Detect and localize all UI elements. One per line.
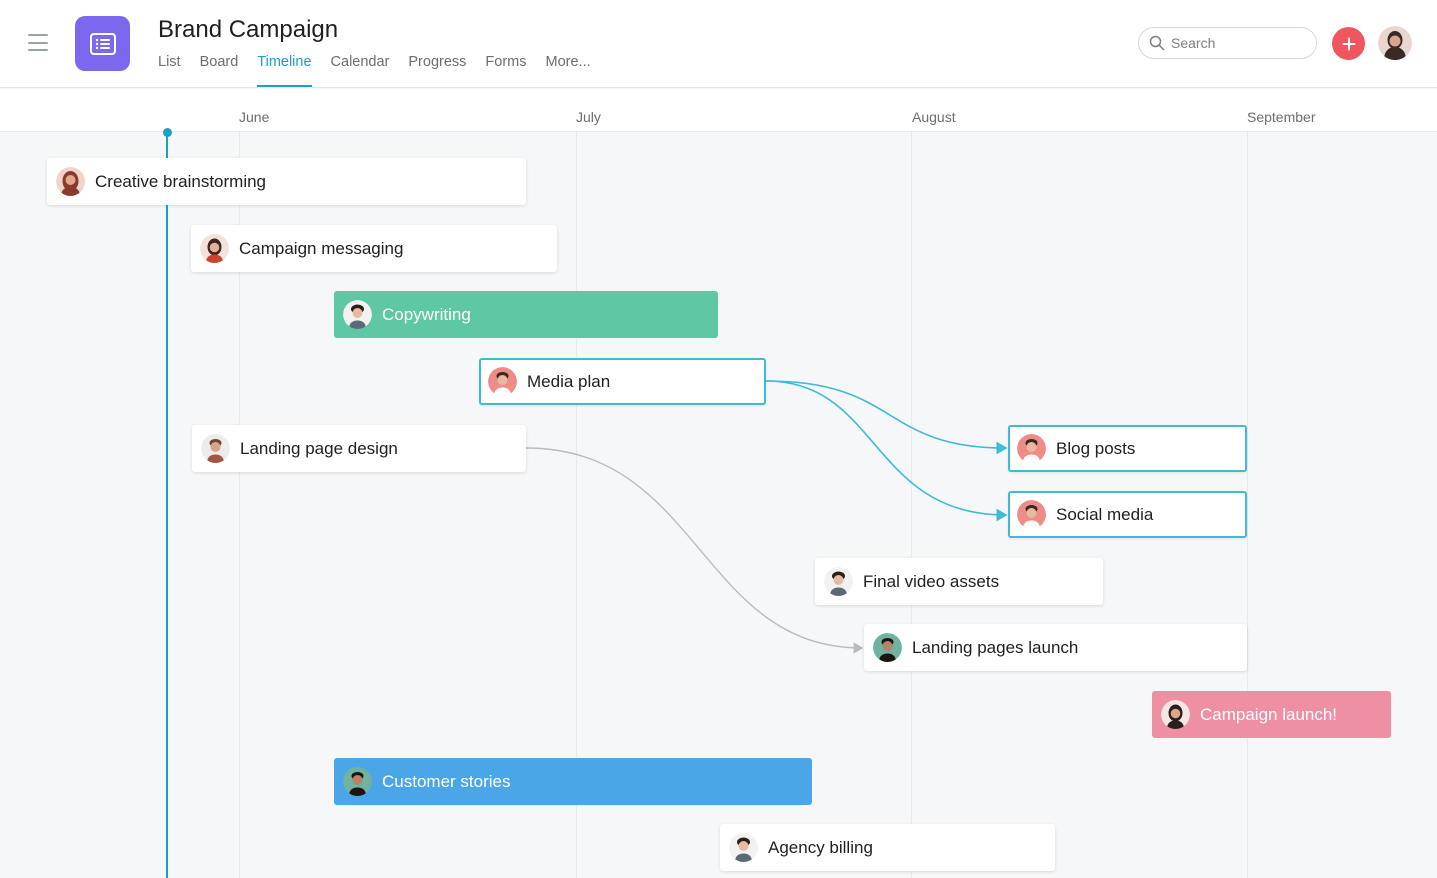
search-box[interactable] bbox=[1138, 27, 1317, 59]
tab-list[interactable]: List bbox=[158, 54, 181, 88]
project-list-icon[interactable] bbox=[75, 16, 130, 71]
task-label: Social media bbox=[1056, 504, 1154, 524]
add-button[interactable] bbox=[1332, 27, 1365, 60]
tab-progress[interactable]: Progress bbox=[408, 54, 466, 88]
search-input[interactable] bbox=[1171, 35, 1301, 51]
task-bar[interactable]: Copywriting bbox=[334, 291, 718, 338]
project-header: Brand Campaign List Board Timeline Calen… bbox=[0, 0, 1437, 88]
task-label: Blog posts bbox=[1056, 438, 1136, 458]
month-header: June July August September bbox=[0, 89, 1437, 132]
task-bar[interactable]: Agency billing bbox=[720, 824, 1055, 871]
task-bar[interactable]: Social media bbox=[1008, 491, 1247, 538]
avatar bbox=[56, 167, 85, 196]
task-label: Campaign messaging bbox=[239, 238, 404, 258]
avatar bbox=[824, 567, 853, 596]
avatar bbox=[873, 633, 902, 662]
task-label: Agency billing bbox=[768, 837, 873, 857]
avatar bbox=[729, 833, 758, 862]
task-bar[interactable]: Final video assets bbox=[815, 558, 1103, 605]
user-avatar[interactable] bbox=[1378, 26, 1412, 60]
task-label: Copywriting bbox=[382, 304, 471, 324]
dependency-line bbox=[765, 380, 1008, 522]
avatar bbox=[343, 300, 372, 329]
task-label: Landing page design bbox=[240, 438, 398, 458]
task-bar[interactable]: Creative brainstorming bbox=[47, 158, 526, 205]
task-bar[interactable]: Campaign launch! bbox=[1152, 691, 1391, 738]
today-marker-line bbox=[166, 133, 168, 878]
avatar bbox=[1017, 500, 1046, 529]
hamburger-menu-icon[interactable] bbox=[28, 34, 48, 51]
grid-line bbox=[1247, 132, 1248, 878]
tab-calendar[interactable]: Calendar bbox=[331, 54, 390, 88]
avatar bbox=[488, 367, 517, 396]
grid-line bbox=[911, 132, 912, 878]
page-title: Brand Campaign bbox=[158, 16, 339, 43]
tab-forms[interactable]: Forms bbox=[485, 54, 526, 88]
task-bar[interactable]: Blog posts bbox=[1008, 425, 1247, 472]
task-label: Media plan bbox=[527, 371, 611, 391]
today-marker-dot bbox=[163, 128, 172, 137]
view-tabs: List Board Timeline Calendar Progress Fo… bbox=[158, 54, 610, 88]
task-label: Customer stories bbox=[382, 771, 511, 791]
task-bar[interactable]: Customer stories bbox=[334, 758, 812, 805]
month-label: August bbox=[912, 109, 956, 125]
avatar bbox=[1161, 700, 1190, 729]
search-icon bbox=[1149, 35, 1165, 51]
task-label: Landing pages launch bbox=[912, 637, 1079, 657]
task-label: Final video assets bbox=[863, 571, 1000, 591]
avatar bbox=[201, 434, 230, 463]
plus-icon bbox=[1342, 37, 1355, 50]
tab-timeline[interactable]: Timeline bbox=[257, 54, 312, 88]
avatar bbox=[343, 767, 372, 796]
task-bar[interactable]: Landing pages launch bbox=[864, 624, 1247, 671]
avatar bbox=[200, 234, 229, 263]
task-bar[interactable]: Campaign messaging bbox=[191, 225, 557, 272]
task-bar[interactable]: Media plan bbox=[479, 358, 766, 405]
tab-board[interactable]: Board bbox=[200, 54, 239, 88]
avatar bbox=[1017, 434, 1046, 463]
task-label: Campaign launch! bbox=[1200, 704, 1338, 724]
tab-more[interactable]: More... bbox=[546, 54, 591, 88]
task-label: Creative brainstorming bbox=[95, 171, 267, 191]
month-label: July bbox=[576, 109, 601, 125]
dependency-line bbox=[765, 380, 1008, 455]
task-bar[interactable]: Landing page design bbox=[192, 425, 526, 472]
month-label: September bbox=[1247, 109, 1316, 125]
month-label: June bbox=[239, 109, 270, 125]
